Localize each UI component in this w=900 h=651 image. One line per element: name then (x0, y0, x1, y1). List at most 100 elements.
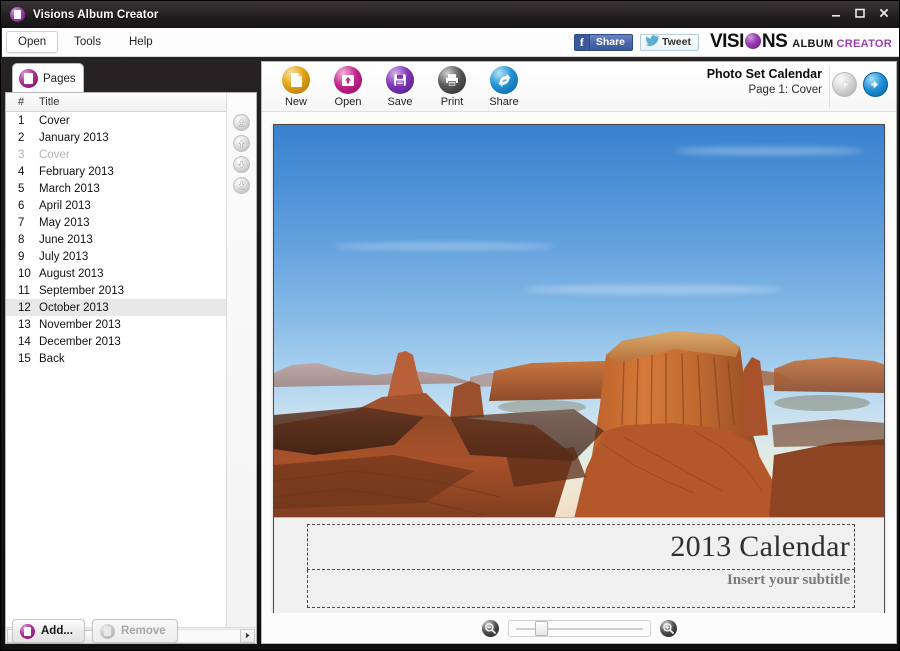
panel-tab-strip: Pages (5, 61, 257, 93)
close-icon[interactable] (873, 3, 895, 23)
floppy-disk-icon (386, 66, 414, 94)
toolbar-button-print[interactable]: Print (426, 62, 478, 108)
document-info: Photo Set Calendar Page 1: Cover (707, 67, 822, 96)
page-list-item-title: February 2013 (39, 165, 114, 178)
zoom-slider[interactable] (507, 619, 651, 637)
page-list-item-title: October 2013 (39, 301, 109, 314)
app-icon (10, 7, 25, 22)
page-list-item-title: November 2013 (39, 318, 121, 331)
monument-valley-sunset-photo[interactable] (274, 125, 884, 519)
page-list-item[interactable]: 4 February 2013 (6, 163, 226, 180)
page-list-item-number: 10 (18, 267, 31, 280)
page-list-item-number: 13 (18, 318, 31, 331)
page-list-item-number: 12 (18, 301, 31, 314)
toolbar-label-print: Print (440, 96, 464, 108)
pages-icon (19, 69, 38, 88)
page-list-item[interactable]: 10 August 2013 (6, 265, 226, 282)
column-header-number[interactable]: # (6, 96, 34, 108)
calendar-subtitle-text: Insert your subtitle (726, 572, 850, 588)
calendar-subtitle-placeholder[interactable]: Insert your subtitle (307, 570, 855, 608)
open-folder-icon (334, 66, 362, 94)
editor-pane: New Open Save Print Share Photo Set Cale… (261, 61, 897, 644)
minimize-icon[interactable] (825, 3, 847, 23)
page-list-item-number: 5 (18, 182, 25, 195)
window-title: Visions Album Creator (33, 8, 159, 21)
magnifier-minus-icon[interactable] (481, 619, 499, 637)
page-list-item-title: April 2013 (39, 199, 91, 212)
page-list-item-title: March 2013 (39, 182, 100, 195)
page-preview[interactable]: 2013 Calendar Insert your subtitle (273, 124, 885, 614)
previous-page-button[interactable] (832, 72, 857, 97)
maximize-icon[interactable] (849, 3, 871, 23)
menu-item-tools[interactable]: Tools (62, 31, 113, 53)
page-list-item[interactable]: 13 November 2013 (6, 316, 226, 333)
page-list-item-title: May 2013 (39, 216, 90, 229)
calendar-title-placeholder[interactable]: 2013 Calendar (307, 524, 855, 570)
menu-item-help[interactable]: Help (117, 31, 165, 53)
page-list-item-number: 3 (18, 148, 25, 161)
page-list-item[interactable]: 14 December 2013 (6, 333, 226, 350)
pages-list[interactable]: 1 Cover 2 January 2013 3 Cover 4 February 2013 5… (6, 112, 226, 627)
page-navigation (832, 72, 888, 97)
page-list-item[interactable]: 3 Cover (6, 146, 226, 163)
page-list-item-number: 8 (18, 233, 25, 246)
application-window: Visions Album Creator Open Tools Help f … (0, 0, 900, 651)
page-list-item[interactable]: 5 March 2013 (6, 180, 226, 197)
page-list-item[interactable]: 1 Cover (6, 112, 226, 129)
menu-item-open[interactable]: Open (6, 31, 59, 53)
move-down-button[interactable] (233, 156, 250, 173)
add-icon (20, 623, 35, 639)
page-list-item-number: 4 (18, 165, 25, 178)
zoom-controls (262, 613, 896, 643)
share-arrows-icon (490, 66, 518, 94)
page-list-item[interactable]: 7 May 2013 (6, 214, 226, 231)
page-list-item[interactable]: 8 June 2013 (6, 231, 226, 248)
page-list-item[interactable]: 6 April 2013 (6, 197, 226, 214)
logo-text-part2: NS (761, 31, 788, 52)
new-page-icon (282, 66, 310, 94)
next-page-button[interactable] (863, 72, 888, 97)
toolbar-label-save: Save (387, 96, 413, 108)
facebook-share-button[interactable]: f Share (573, 33, 633, 51)
document-page-label: Page 1: Cover (748, 84, 822, 96)
page-list-item-title: August 2013 (39, 267, 104, 280)
page-list-item[interactable]: 9 July 2013 (6, 248, 226, 265)
page-list-item-title: Cover (39, 114, 70, 127)
move-to-bottom-button[interactable] (233, 177, 250, 194)
twitter-bird-icon (645, 33, 660, 51)
page-list-item[interactable]: 15 Back (6, 350, 226, 367)
page-list-item[interactable]: 11 September 2013 (6, 282, 226, 299)
twitter-tweet-button[interactable]: Tweet (640, 33, 699, 51)
remove-button[interactable]: Remove (91, 619, 178, 643)
page-list-item-number: 6 (18, 199, 25, 212)
facebook-share-label: Share (595, 36, 625, 48)
toolbar-button-save[interactable]: Save (374, 62, 426, 108)
toolbar-button-share[interactable]: Share (478, 62, 530, 108)
zoom-slider-thumb[interactable] (534, 620, 548, 636)
remove-button-label: Remove (120, 625, 166, 637)
move-up-button[interactable] (233, 135, 250, 152)
page-list-item-number: 2 (18, 131, 25, 144)
toolbar-button-open[interactable]: Open (322, 62, 374, 108)
printer-icon (438, 66, 466, 94)
reorder-button-strip (226, 93, 256, 627)
magnifier-plus-icon[interactable] (659, 619, 677, 637)
column-header-title[interactable]: Title (34, 96, 226, 108)
tab-pages[interactable]: Pages (12, 63, 84, 93)
page-list-item[interactable]: 12 October 2013 (6, 299, 226, 316)
move-to-top-button[interactable] (233, 114, 250, 131)
toolbar-button-new[interactable]: New (270, 62, 322, 108)
pages-panel: Pages # Title 1 Cover 2 January 2013 3 Cover 4… (5, 61, 257, 644)
toolbar-label-share: Share (489, 96, 519, 108)
page-canvas-area: 2013 Calendar Insert your subtitle (262, 112, 896, 643)
toolbar-label-new: New (284, 96, 307, 108)
menu-bar: Open Tools Help f Share Tweet VISI NS AL… (2, 28, 899, 57)
toolbar-divider (829, 66, 830, 108)
add-button[interactable]: Add... (12, 619, 85, 643)
logo-text-part1: VISI (709, 31, 744, 52)
social-and-logo: f Share Tweet VISI NS ALBUM CREATOR (573, 31, 892, 53)
pages-actions: Add... Remove (5, 616, 257, 646)
page-list-item-number: 7 (18, 216, 25, 229)
title-bar: Visions Album Creator (1, 1, 899, 28)
page-list-item[interactable]: 2 January 2013 (6, 129, 226, 146)
